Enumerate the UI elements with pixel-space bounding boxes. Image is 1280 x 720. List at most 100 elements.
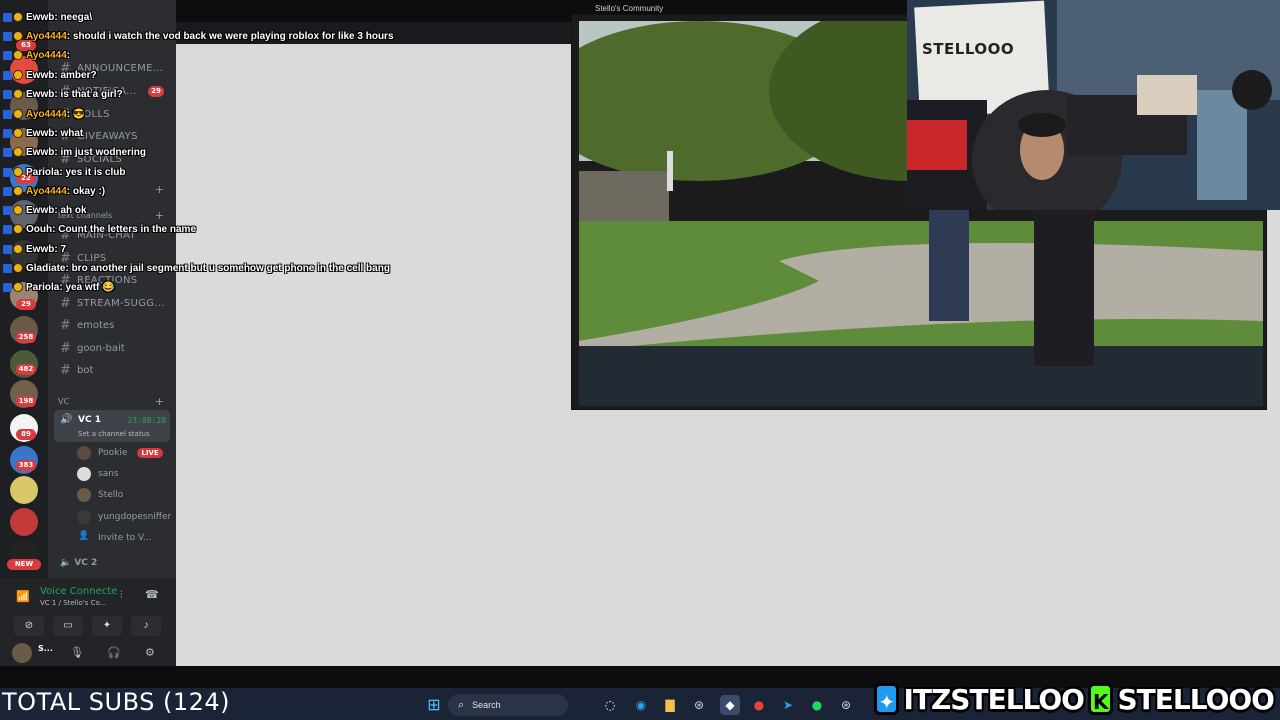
channel-emotes[interactable]: # emotes [60, 316, 114, 334]
hash-icon: # [60, 83, 72, 99]
disconnect-icon[interactable]: ☎ [145, 588, 159, 601]
voice-panel: 📶 Voice Connecte VC 1 / Stello's Co... ⫶… [0, 578, 176, 666]
channel-reactions[interactable]: # REACTIONS [60, 271, 137, 289]
screen-share-icon[interactable]: ▭ [53, 616, 83, 636]
hash-icon: # [60, 128, 72, 144]
chrome-icon[interactable]: ● [749, 695, 769, 715]
discord-icon[interactable]: ◆ [720, 695, 740, 715]
unread-badge: 89 [16, 429, 36, 440]
unread-badge: 198 [16, 396, 36, 407]
vc-member[interactable]: Pookie LIVE [77, 445, 163, 461]
search-icon: ⌕ [458, 698, 465, 711]
mic-icon[interactable]: 🎙 [70, 646, 84, 659]
total-subs: TOTAL SUBS (124) [2, 688, 231, 716]
widgets-icon[interactable]: ◌ [600, 695, 620, 715]
server-icon[interactable] [10, 128, 38, 156]
hash-icon: # [60, 317, 71, 333]
kick-icon: K [1088, 683, 1114, 715]
channel-bot[interactable]: # bot [60, 361, 93, 379]
avatar [77, 467, 91, 481]
unread-badge: 482 [16, 364, 36, 375]
twitter-icon: ✦ [874, 683, 900, 715]
new-badge: NEW [7, 559, 41, 570]
hash-icon: # [60, 295, 72, 311]
unread-badge: 383 [16, 460, 36, 471]
hash-icon: # [60, 227, 72, 243]
add-channel-icon[interactable]: + [155, 209, 164, 222]
server-icon[interactable] [10, 240, 38, 268]
noise-suppression-icon[interactable]: ⫶ [120, 590, 123, 601]
channel-goon-bait[interactable]: # goon-bait [60, 339, 125, 357]
category-vc[interactable]: VC [58, 397, 69, 406]
channel-clips[interactable]: # CLIPS [60, 249, 106, 267]
add-channel-icon[interactable]: + [155, 395, 164, 408]
socials-banner: ✦ ITZSTELLOO K STELLOOO [874, 680, 1278, 718]
voice-connected-label[interactable]: Voice Connecte [40, 586, 117, 597]
vc-member[interactable]: yungdopesniffer [77, 509, 171, 525]
vc-member[interactable]: sans [77, 466, 119, 482]
channel-stream-suggestions[interactable]: # STREAM-SUGG... [60, 294, 165, 312]
spotify-icon[interactable]: ● [807, 695, 827, 715]
channel-polls[interactable]: # POLLS [60, 105, 110, 123]
channel-notifications[interactable]: # NOTIFICA... [60, 82, 137, 100]
avatar [77, 446, 91, 460]
avatar [77, 488, 91, 502]
hash-icon: # [60, 340, 71, 356]
unread-badge: 258 [16, 332, 36, 343]
voice-channel-vc1[interactable]: 🔊 VC 1 23:08:28 Set a channel status [54, 410, 170, 442]
twitter-handle: ITZSTELLOO [903, 682, 1085, 716]
hash-icon: # [60, 151, 72, 167]
steam-icon[interactable]: ⊛ [689, 695, 709, 715]
activities-icon[interactable]: ✦ [92, 616, 122, 636]
channel-socials[interactable]: # SOCIALS [60, 150, 122, 168]
server-icon[interactable] [10, 92, 38, 120]
windows-start-icon[interactable]: ⊞ [424, 695, 444, 715]
hash-icon: # [60, 250, 72, 266]
taskbar-search[interactable]: ⌕ Search [448, 694, 568, 716]
server-icon[interactable] [10, 200, 38, 228]
channel-giveaways[interactable]: # GIVEAWAYS [60, 127, 138, 145]
gear-icon[interactable]: ⚙ [145, 646, 155, 659]
channel-status[interactable]: Set a channel status [78, 430, 150, 438]
add-channel-icon[interactable]: + [155, 183, 164, 196]
soundboard-icon[interactable]: ♪ [131, 616, 161, 636]
channel-main-chat[interactable]: # MAIN-CHAT [60, 226, 136, 244]
webcam-scene [907, 0, 1280, 210]
window-title: Stello's Community [595, 4, 664, 13]
kick-handle: STELLOOO [1117, 682, 1274, 716]
avatar [77, 510, 91, 524]
unread-badge: 63 [16, 40, 36, 51]
hash-icon: # [60, 106, 72, 122]
edge-icon[interactable]: ◉ [631, 695, 651, 715]
hash-icon: # [60, 362, 71, 378]
server-icon[interactable] [10, 56, 38, 84]
unread-badge: 22 [16, 173, 36, 184]
invite-to-voice[interactable]: 👤 Invite to V... [77, 530, 151, 546]
voice-location[interactable]: VC 1 / Stello's Co... [40, 599, 106, 607]
webcam: STELLOOO [907, 0, 1280, 210]
hash-icon: # [60, 272, 72, 288]
channel-announcements[interactable]: # ANNOUNCEME... [60, 59, 163, 77]
vc-timer: 23:08:28 [127, 416, 166, 425]
speaker-icon: 🔊 [60, 414, 73, 425]
folder-icon[interactable]: ▇ [660, 695, 680, 715]
avatar[interactable] [12, 643, 32, 663]
server-icon[interactable] [10, 476, 38, 504]
mention-badge: 29 [148, 86, 164, 97]
signal-icon: 📶 [16, 591, 30, 603]
unread-badge: 29 [16, 299, 36, 310]
username[interactable]: S... [38, 644, 53, 653]
steam-icon[interactable]: ⊛ [836, 695, 856, 715]
user-bar: S... 🎙 🎧 ⚙ [0, 640, 176, 666]
camera-off-icon[interactable]: ⊘ [14, 616, 44, 636]
category-text-channels[interactable]: text channels [58, 211, 112, 220]
voice-channel-vc2[interactable]: 🔈 VC 2 [60, 558, 97, 568]
screen: 63 29 22 258 482 198 89 383 NEW # ANNOUNC… [0, 0, 1280, 720]
telegram-icon[interactable]: ➤ [778, 695, 798, 715]
channel-sidebar: # ANNOUNCEME... # NOTIFICA... 29 # POLLS # G… [48, 0, 176, 666]
headphones-icon[interactable]: 🎧 [107, 646, 121, 659]
server-rail: 63 29 22 258 482 198 89 383 NEW [0, 0, 48, 666]
hash-icon: # [60, 60, 72, 76]
server-icon[interactable] [10, 508, 38, 536]
vc-member[interactable]: Stello [77, 487, 123, 503]
